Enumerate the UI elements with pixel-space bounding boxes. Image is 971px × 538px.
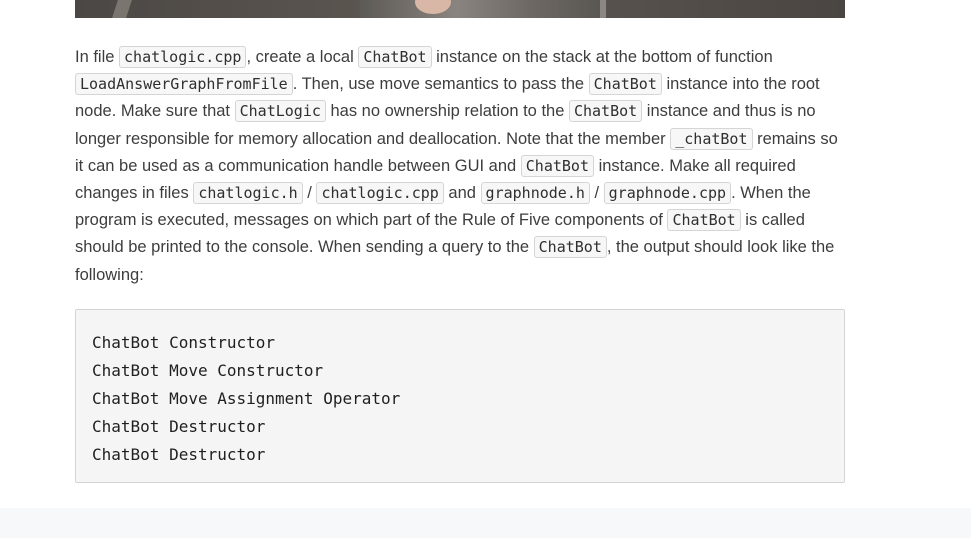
- inline-code: ChatLogic: [234, 100, 326, 123]
- thumbnail-detail: [360, 0, 600, 18]
- inline-code: ChatBot: [588, 73, 662, 96]
- inline-code: ChatBot: [667, 209, 741, 232]
- inline-code: chatlogic.h: [193, 182, 303, 205]
- code-line: ChatBot Constructor: [92, 333, 276, 352]
- task-description: In file chatlogic.cpp, create a local Ch…: [75, 44, 850, 289]
- thumbnail-detail: [112, 0, 132, 18]
- page: In file chatlogic.cpp, create a local Ch…: [0, 0, 971, 538]
- text: In file: [75, 48, 120, 66]
- text: /: [589, 184, 604, 203]
- inline-code: ChatBot: [568, 100, 643, 123]
- inline-code: graphnode.cpp: [603, 182, 732, 205]
- inline-code: graphnode.h: [480, 182, 590, 205]
- inline-code: LoadAnswerGraphFromFile: [75, 73, 293, 96]
- footer-band: [0, 508, 971, 538]
- inline-code: ChatBot: [533, 236, 607, 259]
- code-line: ChatBot Move Assignment Operator: [92, 389, 401, 408]
- text: and: [443, 184, 481, 203]
- text: has no ownership relation to the: [325, 102, 569, 121]
- text: . Then, use move semantics to pass the: [292, 75, 589, 94]
- text: , create a local: [246, 48, 359, 66]
- inline-code: ChatBot: [358, 46, 432, 68]
- thumbnail-detail: [600, 0, 606, 18]
- lesson-video-thumbnail[interactable]: [75, 0, 845, 18]
- text: instance on the stack at the bottom of f…: [431, 48, 773, 66]
- inline-code: chatlogic.cpp: [119, 46, 247, 68]
- code-lines: ChatBot Constructor ChatBot Move Constru…: [92, 329, 400, 469]
- inline-code: _chatBot: [670, 127, 753, 150]
- inline-code: ChatBot: [520, 154, 594, 177]
- text: /: [302, 184, 317, 203]
- code-line: ChatBot Move Constructor: [92, 361, 324, 380]
- inline-code: chatlogic.cpp: [316, 182, 444, 205]
- code-line: ChatBot Destructor: [92, 417, 266, 436]
- console-output-code-block[interactable]: ChatBot Constructor ChatBot Move Constru…: [75, 309, 845, 483]
- code-line: ChatBot Destructor: [92, 445, 266, 464]
